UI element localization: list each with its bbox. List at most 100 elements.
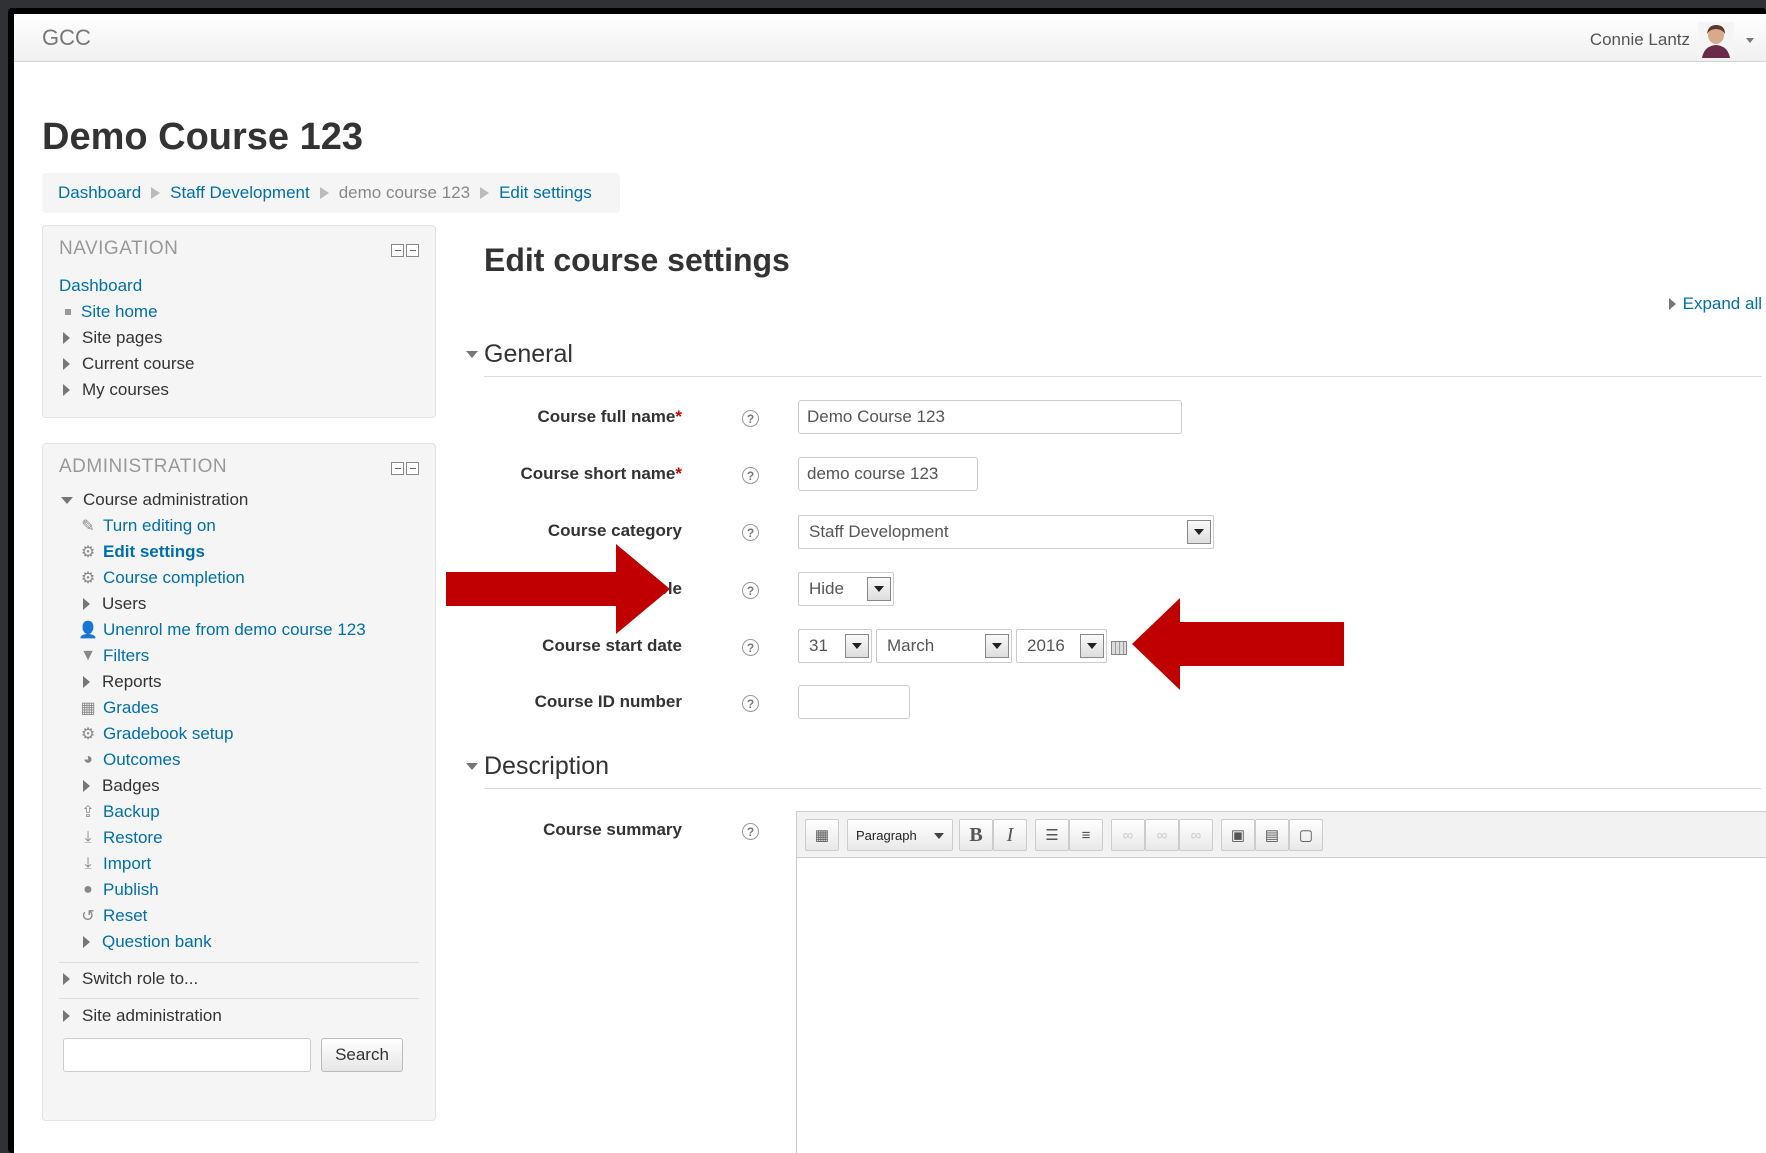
admin-item-label[interactable]: Turn editing on	[103, 516, 216, 536]
chevron-down-icon[interactable]	[1746, 37, 1754, 43]
admin-item-label[interactable]: Users	[102, 594, 146, 614]
chevron-down-icon[interactable]	[985, 634, 1009, 658]
expand-icon[interactable]	[83, 598, 90, 610]
admin-edit-settings[interactable]: ⚙ Edit settings	[79, 542, 205, 562]
start-day-select[interactable]: 31	[798, 629, 872, 663]
expand-icon[interactable]	[63, 973, 70, 985]
toolbar-toggle-icon[interactable]: ▦	[805, 819, 839, 851]
breadcrumb-dashboard[interactable]: Dashboard	[58, 183, 141, 203]
course-administration[interactable]: Course administration	[61, 490, 248, 510]
dock-icon[interactable]	[391, 244, 404, 257]
admin-reports[interactable]: Reports	[83, 672, 162, 692]
breadcrumb-edit-settings[interactable]: Edit settings	[499, 183, 592, 203]
admin-item-label[interactable]: Backup	[103, 802, 160, 822]
unlink-icon[interactable]: ∞	[1145, 819, 1179, 851]
help-icon[interactable]: ?	[742, 695, 759, 712]
course-full-name-input[interactable]: Demo Course 123	[798, 400, 1182, 434]
collapse-triangle-icon[interactable]	[61, 496, 73, 504]
start-month-select[interactable]: March	[876, 629, 1012, 663]
nav-item-site-pages[interactable]: Site pages	[63, 328, 162, 348]
course-short-name-input[interactable]: demo course 123	[798, 457, 978, 491]
admin-item-label[interactable]: Course completion	[103, 568, 245, 588]
chevron-down-icon[interactable]	[845, 634, 869, 658]
expand-icon[interactable]	[83, 936, 90, 948]
expand-all-link[interactable]: Expand all	[1668, 294, 1762, 314]
section-description[interactable]: Description	[466, 752, 609, 781]
start-year-select[interactable]: 2016	[1016, 629, 1107, 663]
admin-course-completion[interactable]: ⚙ Course completion	[79, 568, 245, 588]
collapse-triangle-icon[interactable]	[466, 351, 478, 358]
anchor-icon[interactable]: ∞	[1179, 819, 1213, 851]
expand-icon[interactable]	[63, 384, 70, 396]
nav-item-current-course[interactable]: Current course	[63, 354, 194, 374]
admin-question-bank[interactable]: Question bank	[83, 932, 212, 952]
help-icon[interactable]: ?	[742, 823, 759, 840]
admin-unenrol[interactable]: 👤 Unenrol me from demo course 123	[78, 620, 366, 640]
help-icon[interactable]: ?	[742, 639, 759, 656]
breadcrumb-course[interactable]: demo course 123	[339, 183, 470, 203]
expand-icon[interactable]	[63, 332, 70, 344]
admin-item-label[interactable]: Question bank	[102, 932, 212, 952]
course-admin-label[interactable]: Course administration	[83, 490, 248, 510]
user-avatar[interactable]	[1698, 22, 1734, 58]
admin-reset[interactable]: ↺ Reset	[79, 906, 147, 926]
user-name[interactable]: Connie Lantz	[1590, 30, 1690, 50]
file-manager-icon[interactable]: ▢	[1289, 819, 1323, 851]
admin-outcomes[interactable]: ◕ Outcomes	[79, 750, 180, 770]
help-icon[interactable]: ?	[742, 524, 759, 541]
site-admin-label[interactable]: Site administration	[82, 1006, 222, 1026]
collapse-triangle-icon[interactable]	[466, 763, 478, 770]
nav-item-label[interactable]: My courses	[82, 380, 169, 400]
admin-item-label[interactable]: Reports	[102, 672, 162, 692]
nav-dashboard[interactable]: Dashboard	[59, 276, 142, 296]
admin-item-label[interactable]: Badges	[102, 776, 160, 796]
admin-item-label[interactable]: Grades	[103, 698, 159, 718]
search-button[interactable]: Search	[321, 1038, 403, 1072]
section-general-label[interactable]: General	[484, 340, 573, 369]
chevron-down-icon[interactable]	[867, 577, 891, 601]
visible-select[interactable]: Hide	[798, 572, 894, 606]
admin-item-label[interactable]: Unenrol me from demo course 123	[103, 620, 366, 640]
site-administration[interactable]: Site administration	[63, 1006, 222, 1026]
dock-icon[interactable]	[391, 462, 404, 475]
collapse-icon[interactable]	[406, 244, 419, 257]
admin-item-label[interactable]: Gradebook setup	[103, 724, 233, 744]
nav-item-label[interactable]: Current course	[82, 354, 194, 374]
admin-turn-editing-on[interactable]: ✎ Turn editing on	[79, 516, 216, 536]
help-icon[interactable]: ?	[742, 582, 759, 599]
admin-gradebook-setup[interactable]: ⚙ Gradebook setup	[79, 724, 234, 744]
image-icon[interactable]: ▣	[1221, 819, 1255, 851]
nav-item-label[interactable]: Site home	[81, 302, 158, 322]
expand-icon[interactable]	[83, 780, 90, 792]
calendar-icon[interactable]	[1111, 641, 1127, 655]
admin-item-label[interactable]: Restore	[103, 828, 163, 848]
chevron-down-icon[interactable]	[1080, 634, 1104, 658]
italic-button[interactable]: I	[993, 819, 1027, 851]
admin-restore[interactable]: ⤓ Restore	[79, 828, 163, 848]
admin-item-label[interactable]: Publish	[103, 880, 159, 900]
admin-backup[interactable]: ⇪ Backup	[79, 802, 160, 822]
course-category-select[interactable]: Staff Development	[798, 515, 1214, 549]
nav-item-site-home[interactable]: Site home	[63, 302, 158, 322]
section-description-label[interactable]: Description	[484, 752, 609, 781]
admin-item-label[interactable]: Reset	[103, 906, 147, 926]
bold-button[interactable]: B	[959, 819, 993, 851]
expand-icon[interactable]	[63, 358, 70, 370]
admin-publish[interactable]: ● Publish	[79, 880, 159, 900]
chevron-down-icon[interactable]	[1187, 520, 1211, 544]
admin-users[interactable]: Users	[83, 594, 146, 614]
help-icon[interactable]: ?	[742, 410, 759, 427]
course-id-number-input[interactable]	[798, 685, 910, 719]
switch-role[interactable]: Switch role to...	[63, 969, 198, 989]
admin-item-label[interactable]: Import	[103, 854, 151, 874]
collapse-icon[interactable]	[406, 462, 419, 475]
admin-item-label[interactable]: Edit settings	[103, 542, 205, 562]
switch-role-label[interactable]: Switch role to...	[82, 969, 198, 989]
ordered-list-icon[interactable]: ≡	[1069, 819, 1103, 851]
expand-icon[interactable]	[63, 1010, 70, 1022]
admin-item-label[interactable]: Filters	[103, 646, 149, 666]
admin-import[interactable]: ⤓ Import	[79, 854, 151, 874]
unordered-list-icon[interactable]: ☰	[1035, 819, 1069, 851]
help-icon[interactable]: ?	[742, 467, 759, 484]
nav-item-my-courses[interactable]: My courses	[63, 380, 169, 400]
